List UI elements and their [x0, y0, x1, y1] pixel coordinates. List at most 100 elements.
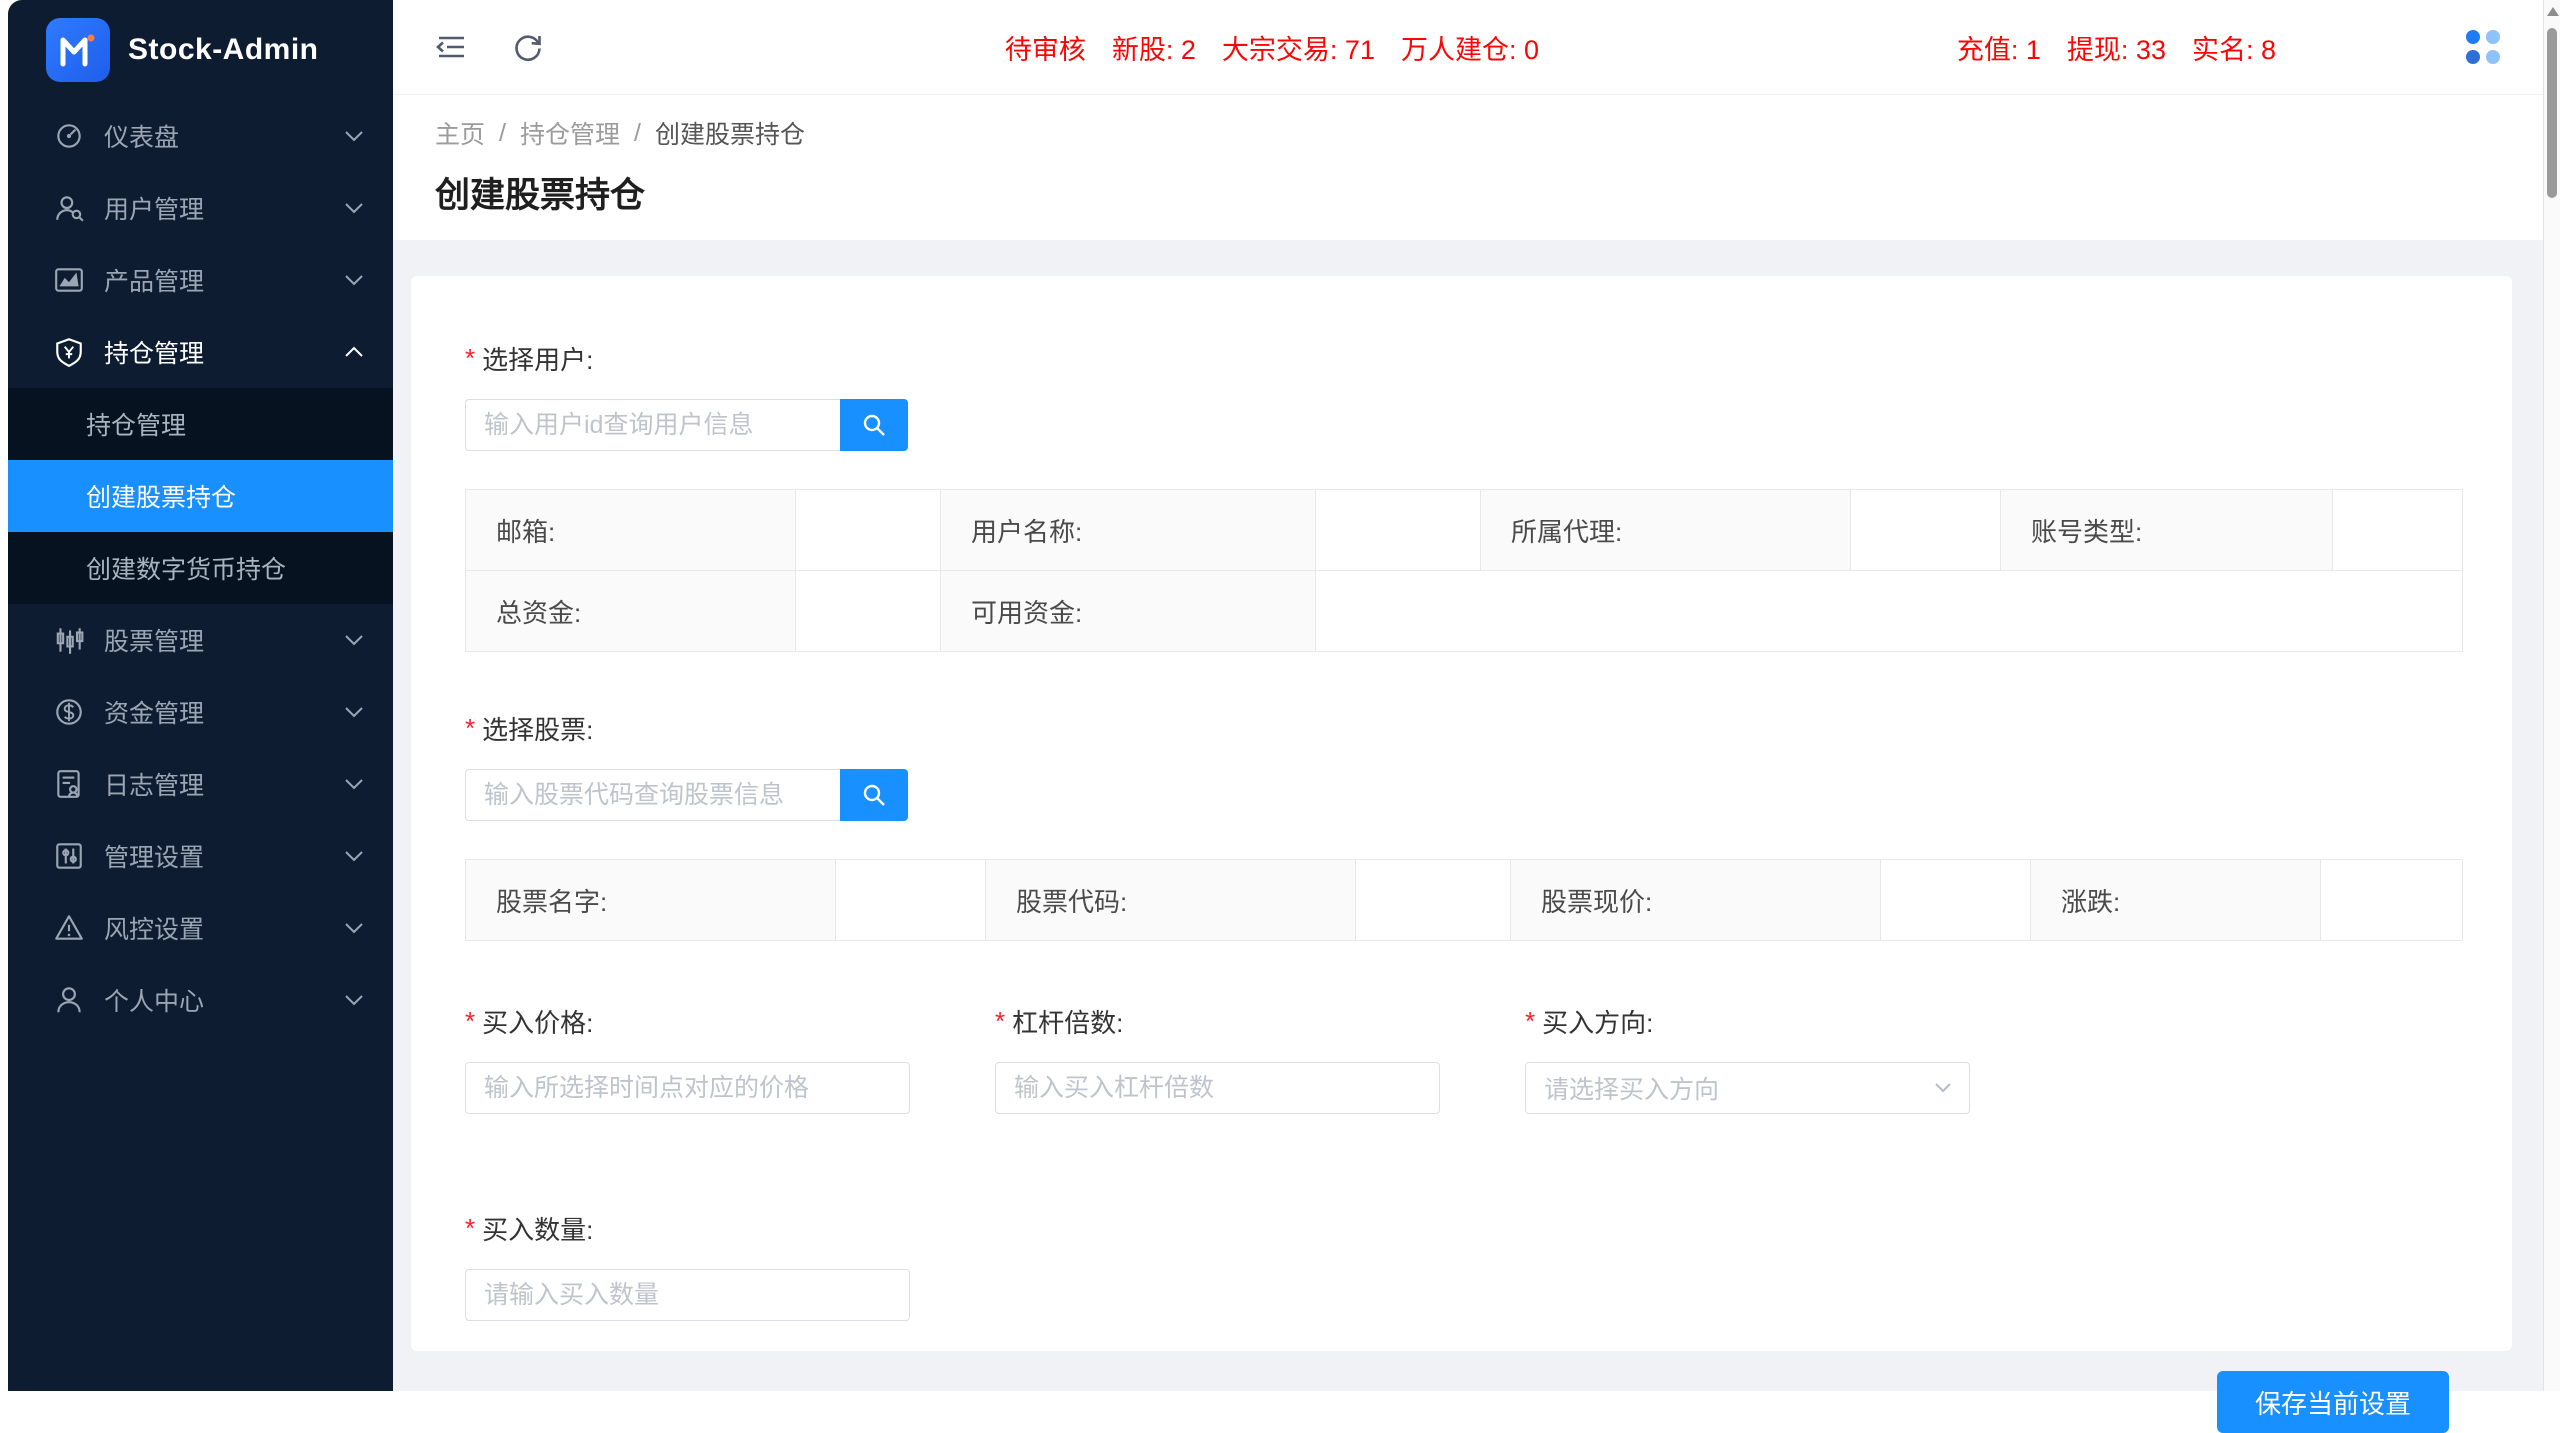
candlestick-icon — [53, 624, 85, 656]
collapse-sidebar-icon[interactable] — [433, 30, 469, 64]
sidebar-item-label: 持仓管理 — [104, 334, 204, 370]
pending-stats: 待审核 新股: 2 大宗交易: 71 万人建仓: 0 — [1005, 28, 1539, 67]
vertical-scrollbar — [2543, 0, 2560, 1391]
page-header: 主页 / 持仓管理 / 创建股票持仓 创建股票持仓 — [393, 95, 2560, 240]
chevron-down-icon — [343, 849, 365, 863]
total-funds-value — [796, 571, 941, 652]
product-chart-icon — [53, 264, 85, 296]
user-search-row — [465, 399, 2464, 451]
sidebar-item-risk-settings[interactable]: 风控设置 — [8, 892, 393, 964]
apps-grid-icon[interactable] — [2466, 30, 2500, 64]
sidebar-item-label: 产品管理 — [104, 262, 204, 298]
breadcrumb-current: 创建股票持仓 — [655, 115, 805, 151]
breadcrumb: 主页 / 持仓管理 / 创建股票持仓 — [435, 115, 2560, 151]
stat-withdrawals: 提现: 33 — [2067, 28, 2166, 67]
sidebar-subitem-create-stock-position[interactable]: 创建股票持仓 — [8, 460, 393, 532]
sidebar-subitem-create-crypto-position[interactable]: 创建数字货币持仓 — [8, 532, 393, 604]
available-funds-value — [1316, 571, 2463, 652]
search-icon — [860, 411, 888, 439]
table-row: 邮箱: 用户名称: 所属代理: 账号类型: — [466, 490, 2463, 571]
breadcrumb-home[interactable]: 主页 — [435, 115, 485, 151]
account-type-value — [2333, 490, 2463, 571]
sidebar-item-label: 风控设置 — [104, 910, 204, 946]
buy-direction-group: * 买入方向: 请选择买入方向 — [1525, 1003, 1970, 1114]
buy-direction-select[interactable]: 请选择买入方向 — [1525, 1062, 1970, 1114]
stock-code-search-input[interactable] — [465, 769, 840, 821]
save-settings-button[interactable]: 保存当前设置 — [2217, 1371, 2449, 1433]
leverage-label: * 杠杆倍数: — [995, 1003, 1440, 1040]
sidebar-item-funds-management[interactable]: 资金管理 — [8, 676, 393, 748]
sidebar-item-label: 资金管理 — [104, 694, 204, 730]
submenu-label: 创建股票持仓 — [86, 478, 236, 514]
user-search-button[interactable] — [840, 399, 908, 451]
sidebar-item-product-management[interactable]: 产品管理 — [8, 244, 393, 316]
chevron-down-icon — [343, 705, 365, 719]
required-asterisk: * — [465, 1213, 475, 1244]
sidebar-item-label: 仪表盘 — [104, 118, 179, 154]
sidebar-subitem-position-management[interactable]: 持仓管理 — [8, 388, 393, 460]
user-info-table: 邮箱: 用户名称: 所属代理: 账号类型: 总资金: 可用资金: — [465, 489, 2463, 652]
account-type-label: 账号类型: — [2001, 490, 2333, 571]
select-user-label: * 选择用户: — [465, 340, 2464, 377]
table-row: 股票名字: 股票代码: 股票现价: 涨跌: — [466, 860, 2463, 941]
breadcrumb-separator: / — [634, 119, 641, 148]
app-title: Stock-Admin — [128, 33, 319, 67]
sidebar-item-label: 股票管理 — [104, 622, 204, 658]
stock-search-row — [465, 769, 2464, 821]
stock-search-button[interactable] — [840, 769, 908, 821]
sidebar-item-user-management[interactable]: 用户管理 — [8, 172, 393, 244]
scroll-up-arrow-icon[interactable] — [2547, 7, 2559, 16]
breadcrumb-separator: / — [499, 119, 506, 148]
chevron-down-icon — [343, 921, 365, 935]
buy-price-group: * 买入价格: — [465, 1003, 910, 1114]
buy-quantity-input[interactable] — [465, 1269, 910, 1321]
sidebar-item-label: 日志管理 — [104, 766, 204, 802]
sidebar-item-admin-settings[interactable]: 管理设置 — [8, 820, 393, 892]
chevron-down-icon — [343, 273, 365, 287]
buy-price-input[interactable] — [465, 1062, 910, 1114]
sidebar-item-log-management[interactable]: 日志管理 — [8, 748, 393, 820]
user-id-search-input[interactable] — [465, 399, 840, 451]
sidebar-item-stock-management[interactable]: 股票管理 — [8, 604, 393, 676]
sidebar-item-profile-center[interactable]: 个人中心 — [8, 964, 393, 1036]
breadcrumb-position-management[interactable]: 持仓管理 — [520, 115, 620, 151]
sidebar: Stock-Admin 仪表盘 用户管理 产品管理 — [8, 0, 393, 1391]
chevron-down-icon — [1933, 1081, 1953, 1094]
shield-yen-icon — [53, 336, 85, 368]
warning-triangle-icon — [53, 912, 85, 944]
main-area: 待审核 新股: 2 大宗交易: 71 万人建仓: 0 充值: 1 提现: 33 … — [393, 0, 2560, 1391]
sidebar-item-label: 个人中心 — [104, 982, 204, 1018]
scrollbar-thumb[interactable] — [2547, 28, 2557, 198]
log-audit-icon — [53, 768, 85, 800]
position-submenu: 持仓管理 创建股票持仓 创建数字货币持仓 — [8, 388, 393, 604]
chevron-down-icon — [343, 993, 365, 1007]
stat-kyc: 实名: 8 — [2192, 28, 2276, 67]
dashboard-icon — [53, 120, 85, 152]
select-stock-label: * 选择股票: — [465, 710, 2464, 747]
leverage-input[interactable] — [995, 1062, 1440, 1114]
sidebar-item-dashboard[interactable]: 仪表盘 — [8, 100, 393, 172]
total-funds-label: 总资金: — [466, 571, 796, 652]
stock-code-label: 股票代码: — [986, 860, 1356, 941]
required-asterisk: * — [1525, 1006, 1535, 1037]
stat-new-shares: 新股: 2 — [1112, 28, 1196, 67]
stock-info-table: 股票名字: 股票代码: 股票现价: 涨跌: — [465, 859, 2463, 941]
dollar-circle-icon — [53, 696, 85, 728]
required-asterisk: * — [465, 343, 475, 374]
submenu-label: 持仓管理 — [86, 406, 186, 442]
buy-price-label: * 买入价格: — [465, 1003, 910, 1040]
create-position-card: * 选择用户: 邮箱: 用户名称 — [411, 276, 2512, 1351]
stock-price-value — [1881, 860, 2031, 941]
search-icon — [860, 781, 888, 809]
refresh-icon[interactable] — [511, 30, 545, 64]
sidebar-item-position-management[interactable]: 持仓管理 — [8, 316, 393, 388]
content: * 选择用户: 邮箱: 用户名称 — [393, 240, 2560, 1433]
footer-actions: 保存当前设置 — [411, 1351, 2512, 1433]
topbar: 待审核 新股: 2 大宗交易: 71 万人建仓: 0 充值: 1 提现: 33 … — [393, 0, 2560, 95]
chevron-down-icon — [343, 129, 365, 143]
chevron-down-icon — [343, 201, 365, 215]
sidebar-item-label: 用户管理 — [104, 190, 204, 226]
available-funds-label: 可用资金: — [941, 571, 1316, 652]
page-title: 创建股票持仓 — [435, 167, 2560, 218]
stat-mass-positions: 万人建仓: 0 — [1401, 28, 1539, 67]
